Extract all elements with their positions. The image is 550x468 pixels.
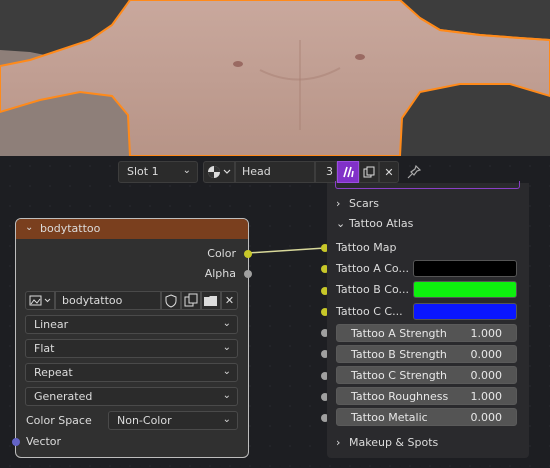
image-name-field[interactable]: bodytattoo xyxy=(55,291,161,310)
3d-viewport[interactable] xyxy=(0,0,550,156)
interpolation-value: Linear xyxy=(34,318,69,331)
tattoo-c-color-label: Tattoo C C... xyxy=(336,305,403,318)
tattoo-a-color-swatch[interactable] xyxy=(413,260,517,277)
field-value: 0.000 xyxy=(470,411,503,424)
makeup-section-header[interactable]: › Makeup & Spots xyxy=(327,433,529,453)
chevron-down-icon: ⌄ xyxy=(222,414,231,425)
field-value: 0.000 xyxy=(470,369,503,382)
image-texture-node[interactable]: ⌄ bodytattoo Color Alpha bodytattoo ✕ Li… xyxy=(12,218,252,458)
tattoo-map-label: Tattoo Map xyxy=(336,241,397,254)
tattoo-b-color-label: Tattoo B Co... xyxy=(336,283,409,296)
chevron-down-icon: ⌄ xyxy=(222,390,231,401)
fake-user-image-button[interactable] xyxy=(161,291,181,310)
source-value: Generated xyxy=(34,390,93,403)
tattoo-b-color-row: Tattoo B Co... xyxy=(327,280,529,300)
shield-icon xyxy=(165,294,177,308)
tattoo-map-row: Tattoo Map xyxy=(327,238,529,258)
projection-value: Flat xyxy=(34,342,55,355)
field-label: Tattoo B Strength xyxy=(351,348,447,361)
color-space-label: Color Space xyxy=(26,414,92,427)
field-label: Tattoo A Strength xyxy=(351,327,447,340)
tattoo-roughness-field[interactable]: Tattoo Roughness 1.000 xyxy=(336,387,517,405)
group-node-panel: › Scars ⌄ Tattoo Atlas Tattoo Map Tattoo… xyxy=(327,181,529,458)
input-vector-socket[interactable] xyxy=(12,438,20,446)
tattoo-a-strength-field[interactable]: Tattoo A Strength 1.000 xyxy=(336,324,517,342)
node-header[interactable]: ⌄ bodytattoo xyxy=(16,219,248,239)
output-alpha-label: Alpha xyxy=(204,267,236,280)
chevron-down-icon: ⌄ xyxy=(222,342,231,353)
node-title: bodytattoo xyxy=(40,222,101,235)
tattoo-metalic-field[interactable]: Tattoo Metalic 0.000 xyxy=(336,408,517,426)
scars-section-header[interactable]: › Scars xyxy=(327,194,529,214)
color-space-dropdown[interactable]: Non-Color ⌄ xyxy=(108,411,238,430)
tattoo-b-strength-field[interactable]: Tattoo B Strength 0.000 xyxy=(336,345,517,363)
tattoo-roughness-row: Tattoo Roughness 1.000 xyxy=(327,386,529,406)
tattoo-c-strength-row: Tattoo C Strength 0.000 xyxy=(327,365,529,385)
projection-dropdown[interactable]: Flat ⌄ xyxy=(25,339,238,358)
field-value: 0.000 xyxy=(470,348,503,361)
chevron-down-icon: ⌄ xyxy=(222,366,231,377)
tattoo-metalic-row: Tattoo Metalic 0.000 xyxy=(327,407,529,427)
image-datablock-row: bodytattoo ✕ xyxy=(25,291,238,310)
tattoo-a-strength-row: Tattoo A Strength 1.000 xyxy=(327,323,529,343)
image-name-text: bodytattoo xyxy=(62,294,123,307)
tattoo-atlas-section-header[interactable]: ⌄ Tattoo Atlas xyxy=(327,214,529,234)
tattoo-atlas-label: Tattoo Atlas xyxy=(349,217,414,230)
open-image-button[interactable] xyxy=(201,291,221,310)
field-label: Tattoo C Strength xyxy=(351,369,447,382)
unlink-image-button[interactable]: ✕ xyxy=(221,291,238,310)
scars-label: Scars xyxy=(349,197,380,210)
chevron-right-icon: › xyxy=(336,197,341,210)
field-label: Tattoo Metalic xyxy=(351,411,428,424)
field-label: Tattoo Roughness xyxy=(351,390,449,403)
tattoo-a-color-row: Tattoo A Co... xyxy=(327,259,529,279)
chevron-down-icon: ⌄ xyxy=(336,217,346,230)
image-icon xyxy=(29,295,51,306)
output-color-socket[interactable] xyxy=(244,250,252,258)
color-space-value: Non-Color xyxy=(117,414,172,427)
chevron-down-icon: ⌄ xyxy=(222,318,231,329)
chevron-right-icon: › xyxy=(336,436,341,449)
panel-cut-field xyxy=(335,181,520,189)
browse-image-button[interactable] xyxy=(25,291,55,310)
character-torso-render xyxy=(0,0,550,156)
close-icon: ✕ xyxy=(224,294,235,307)
source-dropdown[interactable]: Generated ⌄ xyxy=(25,387,238,406)
extension-dropdown[interactable]: Repeat ⌄ xyxy=(25,363,238,382)
tattoo-c-color-swatch[interactable] xyxy=(413,303,517,320)
tattoo-b-strength-row: Tattoo B Strength 0.000 xyxy=(327,344,529,364)
field-value: 1.000 xyxy=(470,390,503,403)
interpolation-dropdown[interactable]: Linear ⌄ xyxy=(25,315,238,334)
input-vector-label: Vector xyxy=(26,435,62,448)
tattoo-a-color-label: Tattoo A Co... xyxy=(336,262,409,275)
makeup-label: Makeup & Spots xyxy=(349,436,439,449)
folder-icon xyxy=(204,296,217,306)
field-value: 1.000 xyxy=(470,327,503,340)
output-color-label: Color xyxy=(207,247,236,260)
extension-value: Repeat xyxy=(34,366,73,379)
tattoo-c-strength-field[interactable]: Tattoo C Strength 0.000 xyxy=(336,366,517,384)
duplicate-image-button[interactable] xyxy=(181,291,201,310)
duplicate-icon xyxy=(184,293,198,307)
tattoo-c-color-row: Tattoo C C... xyxy=(327,302,529,322)
output-alpha-socket[interactable] xyxy=(244,270,252,278)
collapse-chevron-icon[interactable]: ⌄ xyxy=(25,222,33,233)
tattoo-b-color-swatch[interactable] xyxy=(413,281,517,298)
